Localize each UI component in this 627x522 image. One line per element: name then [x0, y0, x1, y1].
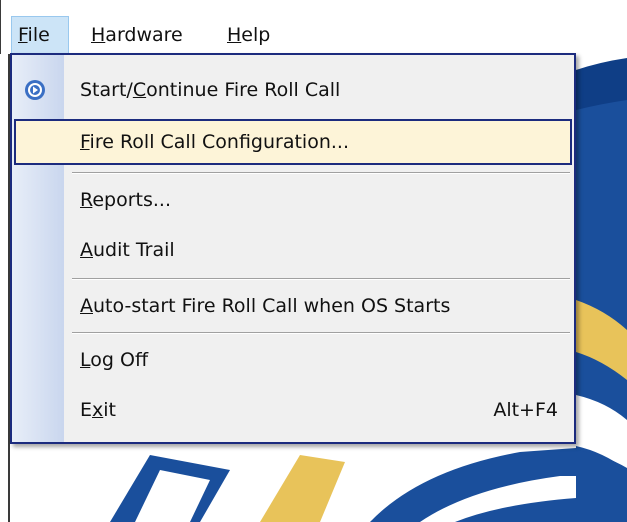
menu-item-shortcut: Alt+F4 — [493, 399, 558, 421]
menu-help-mnemonic: H — [227, 24, 242, 46]
file-dropdown-menu: Start/Continue Fire Roll Call Fire Roll … — [10, 53, 576, 444]
application-window: File Hardware Help Start/Continue Fire R… — [0, 0, 627, 522]
menu-item-exit[interactable]: Exit Alt+F4 — [14, 387, 572, 433]
menu-item-label: Start/Continue Fire Roll Call — [80, 79, 341, 101]
menu-hardware-mnemonic: H — [91, 24, 106, 46]
menu-item-label: Fire Roll Call Configuration... — [80, 131, 349, 153]
menu-item-label: Reports... — [80, 189, 172, 211]
menu-item-log-off[interactable]: Log Off — [14, 337, 572, 383]
menu-item-start-continue-fire-roll-call[interactable]: Start/Continue Fire Roll Call — [14, 67, 572, 113]
menu-bar: File Hardware Help — [0, 0, 627, 54]
menu-help-label-post: elp — [241, 24, 271, 46]
menu-item-audit-trail[interactable]: Audit Trail — [14, 227, 572, 273]
menu-hardware-label-post: ardware — [105, 24, 183, 46]
menu-separator — [72, 278, 570, 280]
menu-file-label-post: ile — [27, 24, 50, 46]
menu-item-auto-start-fire-roll-call[interactable]: Auto-start Fire Roll Call when OS Starts — [14, 283, 572, 329]
menu-help[interactable]: Help — [221, 17, 276, 53]
menu-item-label: Log Off — [80, 349, 149, 371]
play-circle-icon — [25, 80, 45, 100]
menu-file[interactable]: File — [11, 16, 69, 54]
menu-separator — [72, 332, 570, 334]
menu-item-reports[interactable]: Reports... — [14, 177, 572, 223]
menu-hardware[interactable]: Hardware — [85, 17, 189, 53]
menu-item-label: Exit — [80, 399, 116, 421]
menu-item-fire-roll-call-configuration[interactable]: Fire Roll Call Configuration... — [14, 119, 572, 165]
menu-file-mnemonic: F — [18, 24, 28, 46]
menu-item-label: Auto-start Fire Roll Call when OS Starts — [80, 295, 451, 317]
menu-item-label: Audit Trail — [80, 239, 175, 261]
menu-separator — [72, 172, 570, 174]
